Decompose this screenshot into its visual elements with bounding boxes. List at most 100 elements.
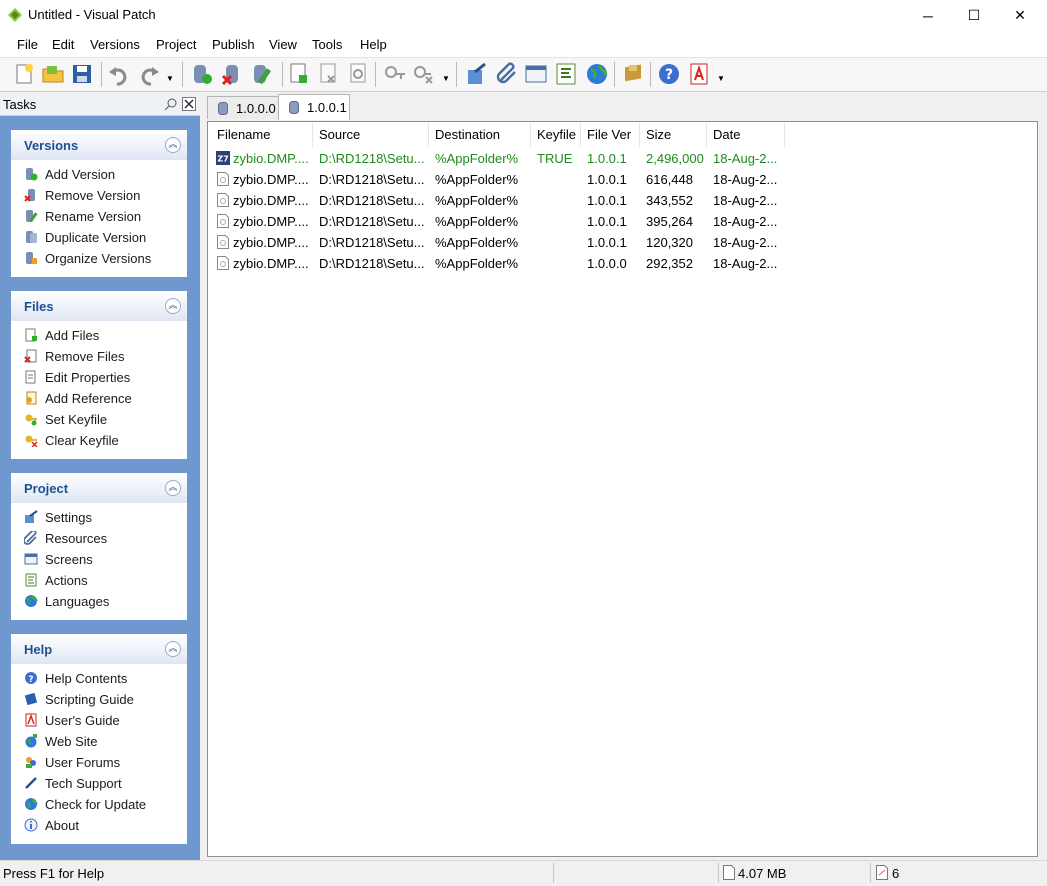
column-header-filename[interactable]: Filename <box>211 123 313 147</box>
menu-publish[interactable]: Publish <box>212 37 255 52</box>
tab-version-1-0-0-0[interactable]: 1.0.0.0 <box>207 96 279 119</box>
users-guide-icon[interactable] <box>687 62 711 86</box>
save-icon[interactable] <box>70 62 94 86</box>
maximize-button[interactable]: ☐ <box>951 0 997 31</box>
task-tech-support[interactable]: Tech Support <box>24 773 122 793</box>
table-row[interactable]: zybio.DMP.... D:\RD1218\Setu... %AppFold… <box>214 253 784 274</box>
collapse-chevron-icon[interactable]: ︽ <box>165 298 181 314</box>
minimize-button[interactable]: ─ <box>905 0 951 31</box>
task-rename-version[interactable]: Rename Version <box>24 206 141 226</box>
cell-destination: %AppFolder% <box>435 193 519 208</box>
cell-filename: zybio.DMP.... <box>233 256 309 271</box>
file-properties-icon[interactable] <box>346 62 370 86</box>
table-row[interactable]: Z7 zybio.DMP.... D:\RD1218\Setu... %AppF… <box>214 148 784 169</box>
add-version-icon[interactable] <box>190 62 214 86</box>
task-clear-keyfile[interactable]: Clear Keyfile <box>24 430 119 450</box>
cell-filename: zybio.DMP.... <box>233 172 309 187</box>
task-add-version[interactable]: Add Version <box>24 164 115 184</box>
task-organize-versions[interactable]: Organize Versions <box>24 248 151 268</box>
tab-version-1-0-0-1[interactable]: 1.0.0.1 <box>278 94 350 120</box>
screens-icon[interactable] <box>524 62 548 86</box>
menu-help[interactable]: Help <box>360 37 387 52</box>
task-check-for-update[interactable]: Check for Update <box>24 794 146 814</box>
table-row[interactable]: zybio.DMP.... D:\RD1218\Setu... %AppFold… <box>214 211 784 232</box>
task-set-keyfile[interactable]: Set Keyfile <box>24 409 107 429</box>
add-files-icon[interactable] <box>287 62 311 86</box>
languages-icon[interactable] <box>585 62 609 86</box>
actions-icon[interactable] <box>554 62 578 86</box>
menu-versions[interactable]: Versions <box>90 37 140 52</box>
task-about[interactable]: About <box>24 815 79 835</box>
menu-tools[interactable]: Tools <box>312 37 342 52</box>
rename-version-icon[interactable] <box>250 62 274 86</box>
menu-project[interactable]: Project <box>156 37 196 52</box>
settings-icon[interactable] <box>465 62 489 86</box>
version-icon <box>289 101 299 114</box>
task-group-help: Help ︽ ? Help Contents Scripting Guide Us… <box>11 634 187 844</box>
task-scripting-guide[interactable]: Scripting Guide <box>24 689 134 709</box>
file-icon <box>217 193 229 207</box>
toolbar-dropdown-icon[interactable]: ▼ <box>166 74 174 83</box>
task-screens[interactable]: Screens <box>24 549 93 569</box>
publish-icon[interactable] <box>621 62 645 86</box>
cell-date: 18-Aug-2... <box>713 172 778 187</box>
column-header-date[interactable]: Date <box>707 123 785 147</box>
cell-size: 616,448 <box>646 172 693 187</box>
collapse-chevron-icon[interactable]: ︽ <box>165 480 181 496</box>
task-settings[interactable]: Settings <box>24 507 92 527</box>
toolbar-dropdown-icon[interactable]: ▼ <box>442 74 450 83</box>
open-project-icon[interactable] <box>41 62 65 86</box>
set-keyfile-icon[interactable] <box>383 62 407 86</box>
task-add-reference[interactable]: Add Reference <box>24 388 132 408</box>
resources-icon[interactable] <box>495 62 519 86</box>
task-add-files[interactable]: Add Files <box>24 325 99 345</box>
cell-source: D:\RD1218\Setu... <box>319 235 425 250</box>
table-row[interactable]: zybio.DMP.... D:\RD1218\Setu... %AppFold… <box>214 169 784 190</box>
column-header-destination[interactable]: Destination <box>429 123 531 147</box>
cell-size: 292,352 <box>646 256 693 271</box>
menu-view[interactable]: View <box>269 37 297 52</box>
task-users-guide[interactable]: User's Guide <box>24 710 120 730</box>
task-group-header[interactable]: Help ︽ <box>11 634 187 664</box>
close-panel-icon[interactable] <box>182 97 196 111</box>
size-file-icon <box>723 865 735 880</box>
task-duplicate-version[interactable]: Duplicate Version <box>24 227 146 247</box>
task-user-forums[interactable]: User Forums <box>24 752 120 772</box>
undo-icon[interactable] <box>107 62 131 86</box>
task-actions[interactable]: Actions <box>24 570 88 590</box>
collapse-chevron-icon[interactable]: ︽ <box>165 641 181 657</box>
task-web-site[interactable]: Web Site <box>24 731 98 751</box>
task-help-contents[interactable]: ? Help Contents <box>24 668 127 688</box>
task-group-header[interactable]: Files ︽ <box>11 291 187 321</box>
column-header-file-ver[interactable]: File Ver <box>581 123 640 147</box>
collapse-chevron-icon[interactable]: ︽ <box>165 137 181 153</box>
new-project-icon[interactable] <box>12 62 36 86</box>
task-group-header[interactable]: Project ︽ <box>11 473 187 503</box>
task-group-files: Files ︽ Add Files Remove Files Edit Prop… <box>11 291 187 459</box>
redo-icon[interactable] <box>137 62 161 86</box>
help-icon[interactable]: ? <box>657 62 681 86</box>
table-row[interactable]: zybio.DMP.... D:\RD1218\Setu... %AppFold… <box>214 232 784 253</box>
task-languages[interactable]: Languages <box>24 591 109 611</box>
task-resources[interactable]: Resources <box>24 528 107 548</box>
task-label: Actions <box>45 572 88 588</box>
clear-keyfile-icon[interactable] <box>412 62 436 86</box>
column-header-size[interactable]: Size <box>640 123 707 147</box>
menu-edit[interactable]: Edit <box>52 37 74 52</box>
remove-version-icon[interactable] <box>220 62 244 86</box>
close-button[interactable]: ✕ <box>997 0 1043 31</box>
task-group-title: Help <box>24 642 53 657</box>
task-group-header[interactable]: Versions ︽ <box>11 130 187 160</box>
menu-file[interactable]: File <box>17 37 38 52</box>
task-remove-files[interactable]: Remove Files <box>24 346 124 366</box>
task-edit-properties[interactable]: Edit Properties <box>24 367 130 387</box>
task-remove-version[interactable]: Remove Version <box>24 185 140 205</box>
pin-icon[interactable] <box>164 97 178 111</box>
remove-files-icon[interactable] <box>316 62 340 86</box>
toolbar-dropdown-icon[interactable]: ▼ <box>717 74 725 83</box>
task-label: Add Files <box>45 327 100 343</box>
column-header-source[interactable]: Source <box>313 123 429 147</box>
table-row[interactable]: zybio.DMP.... D:\RD1218\Setu... %AppFold… <box>214 190 784 211</box>
column-header-keyfile[interactable]: Keyfile <box>531 123 581 147</box>
cell-date: 18-Aug-2... <box>713 256 778 271</box>
